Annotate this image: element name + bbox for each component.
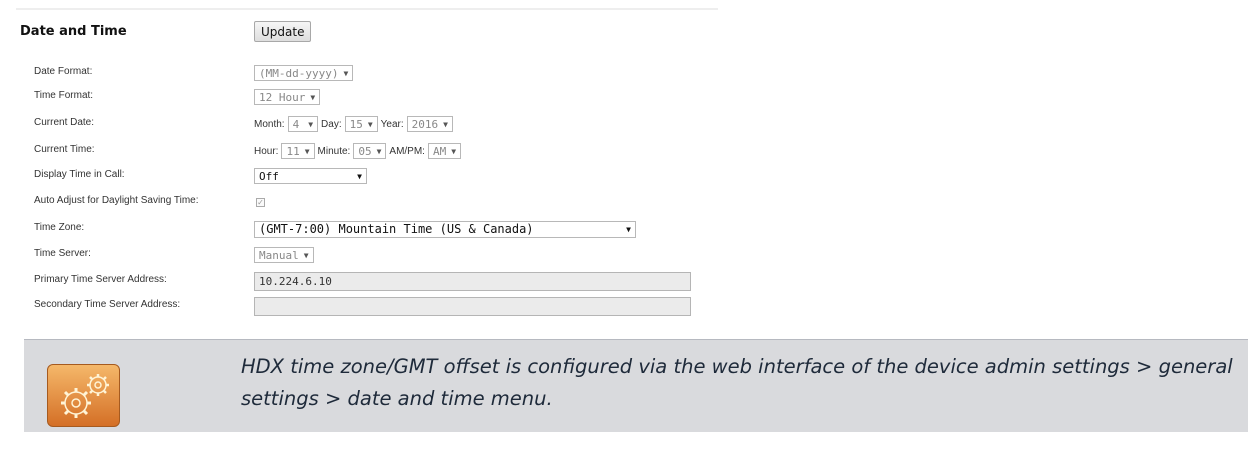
update-button[interactable]: Update <box>254 21 312 42</box>
display-time-in-call-label: Display Time in Call: <box>34 169 125 180</box>
display-time-in-call-value: Off <box>259 169 279 183</box>
chevron-down-icon: ▼ <box>343 68 349 78</box>
display-time-in-call-select[interactable]: Off ▼ <box>254 168 367 184</box>
year-select[interactable]: 2016 ▼ <box>406 116 453 132</box>
primary-time-server-label: Primary Time Server Address: <box>34 274 167 285</box>
time-zone-label: Time Zone: <box>34 222 85 233</box>
top-divider <box>16 8 718 10</box>
time-format-label: Time Format: <box>34 90 94 101</box>
note-text: HDX time zone/GMT offset is configured v… <box>241 355 1233 410</box>
time-zone-value: (GMT-7:00) Mountain Time (US & Canada) <box>259 222 534 236</box>
chevron-down-icon: ▼ <box>443 119 448 129</box>
chevron-down-icon: ▼ <box>357 171 362 181</box>
minute-label: Minute: <box>317 145 351 157</box>
chevron-down-icon: ▼ <box>308 119 314 129</box>
hour-label: Hour: <box>254 145 279 157</box>
day-label: Day: <box>321 118 342 130</box>
minute-value: 05 <box>358 144 372 158</box>
hour-select[interactable]: 11 ▼ <box>281 143 315 159</box>
time-server-select[interactable]: Manual ▼ <box>254 247 314 263</box>
ampm-label: AM/PM: <box>389 145 425 157</box>
month-select[interactable]: 4 ▼ <box>287 116 319 132</box>
day-select[interactable]: 15 ▼ <box>344 116 378 132</box>
gears-icon <box>47 364 120 427</box>
minute-select[interactable]: 05 ▼ <box>353 143 387 159</box>
chevron-down-icon: ▼ <box>303 250 309 260</box>
time-server-value: Manual <box>259 248 299 262</box>
secondary-time-server-label: Secondary Time Server Address: <box>34 299 181 310</box>
time-format-value: 12 Hour <box>259 90 306 104</box>
month-label: Month: <box>254 118 285 130</box>
date-format-value: (MM-dd-yyyy) <box>259 66 339 80</box>
year-label: Year: <box>380 118 404 130</box>
ampm-value: AM <box>432 144 447 158</box>
section-title: Date and Time <box>20 24 127 39</box>
chevron-down-icon: ▼ <box>376 146 382 156</box>
chevron-down-icon: ▼ <box>310 92 316 102</box>
current-time-label: Current Time: <box>34 144 95 155</box>
chevron-down-icon: ▼ <box>626 224 631 234</box>
auto-adjust-dst-checkbox[interactable]: ✓ <box>256 197 265 207</box>
time-server-label: Time Server: <box>34 248 91 259</box>
chevron-down-icon: ▼ <box>304 146 310 156</box>
hour-value: 11 <box>286 144 300 158</box>
primary-time-server-input[interactable]: 10.224.6.10 <box>254 271 691 291</box>
day-value: 15 <box>349 117 363 131</box>
current-date-label: Current Date: <box>34 117 95 128</box>
note-callout: HDX time zone/GMT offset is configured v… <box>24 339 1248 432</box>
date-format-select[interactable]: (MM-dd-yyyy) ▼ <box>254 65 354 81</box>
chevron-down-icon: ▼ <box>367 119 373 129</box>
chevron-down-icon: ▼ <box>451 146 457 156</box>
date-format-label: Date Format: <box>34 66 93 77</box>
time-zone-select[interactable]: (GMT-7:00) Mountain Time (US & Canada) ▼ <box>254 220 636 238</box>
auto-adjust-dst-label: Auto Adjust for Daylight Saving Time: <box>34 195 199 206</box>
year-value: 2016 <box>411 117 439 131</box>
ampm-select[interactable]: AM ▼ <box>427 143 462 159</box>
month-value: 4 <box>292 117 300 131</box>
secondary-time-server-input[interactable] <box>254 296 691 316</box>
time-format-select[interactable]: 12 Hour ▼ <box>254 89 321 105</box>
